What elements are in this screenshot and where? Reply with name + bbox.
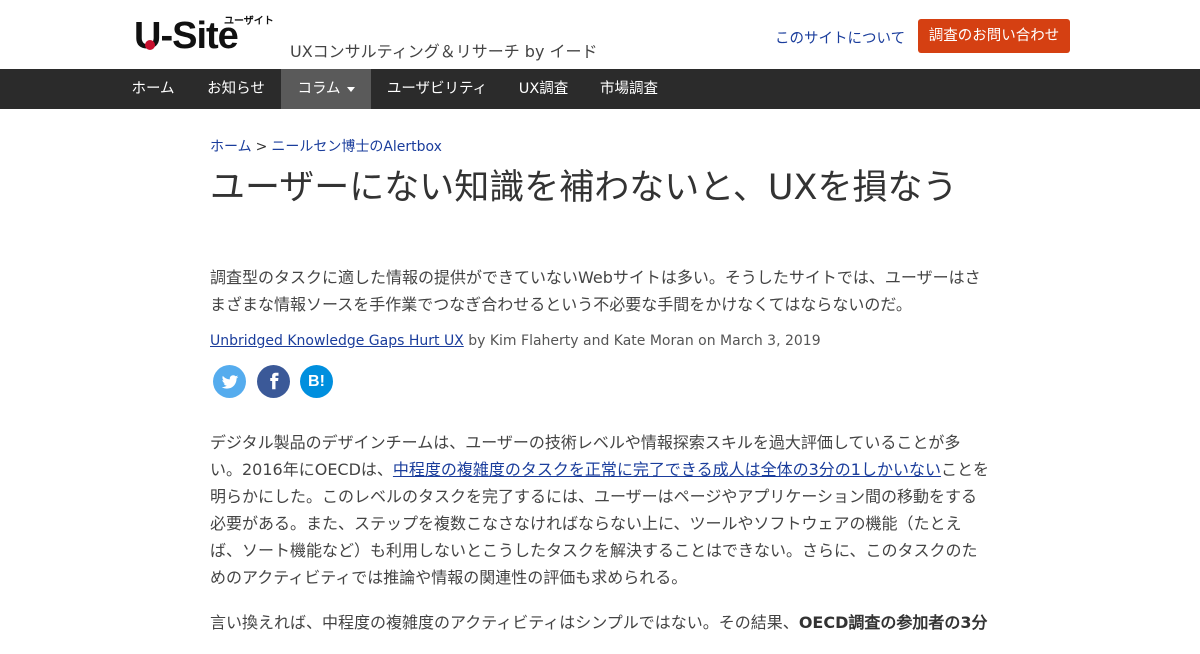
hatena-icon: B! [308,373,325,390]
breadcrumb-current[interactable]: ニールセン博士のAlertbox [271,139,442,155]
nav-item-usability[interactable]: ユーザビリティ [371,69,503,109]
article-source: Unbridged Knowledge Gaps Hurt UX by Kim … [210,333,821,349]
breadcrumb-home[interactable]: ホーム [210,139,252,155]
site-logo[interactable]: U-Site ユーザイト [134,14,274,57]
oecd-link[interactable]: 中程度の複雑度のタスクを正常に完了できる成人は全体の3分の1しかいない [393,460,941,479]
facebook-icon [269,372,278,390]
nav-item-ux-research[interactable]: UX調査 [503,69,584,109]
paragraph-text: ことを明らかにした。このレベルのタスクを完了するには、ユーザーはページやアプリケ… [210,460,989,587]
article-lead: 調査型のタスクに適した情報の提供ができていないWebサイトは多い。そうしたサイト… [210,268,981,314]
source-link[interactable]: Unbridged Knowledge Gaps Hurt UX [210,333,464,349]
nav-item-home[interactable]: ホーム [115,69,191,109]
article-body: デジタル製品のデザインチームは、ユーザーの技術レベルや情報探索スキルを過大評価し… [210,429,992,654]
nav-item-column[interactable]: コラム [281,69,371,109]
nav-item-news[interactable]: お知らせ [191,69,281,109]
paragraph: デジタル製品のデザインチームは、ユーザーの技術レベルや情報探索スキルを過大評価し… [210,429,992,591]
emphasis-text: OECD調査の参加者の3分 [798,613,988,632]
twitter-share-button[interactable] [213,365,246,398]
logo-dot [145,40,155,50]
contact-button[interactable]: 調査のお問い合わせ [918,19,1070,53]
hatena-bookmark-button[interactable]: B! [300,365,333,398]
page-title: ユーザーにない知識を補わないと、UXを損なう [210,168,958,208]
paragraph: 言い換えれば、中程度の複雑度のアクティビティはシンプルではない。その結果、OEC… [210,609,992,636]
source-byline: by Kim Flaherty and Kate Moran on March … [463,333,821,349]
about-link[interactable]: このサイトについて [775,27,905,48]
facebook-share-button[interactable] [257,365,290,398]
breadcrumb-separator: > [255,139,268,155]
site-header: U-Site ユーザイト UXコンサルティング＆リサーチ by イード このサイ… [0,0,1200,69]
chevron-down-icon [346,86,355,92]
logo-text: U-Site [134,15,239,57]
site-tagline: UXコンサルティング＆リサーチ by イード [290,42,598,61]
main-nav: ホーム お知らせ コラム ユーザビリティ UX調査 市場調査 [0,69,1200,109]
breadcrumb: ホーム > ニールセン博士のAlertbox [210,136,442,156]
twitter-icon [221,375,238,389]
paragraph-text: 言い換えれば、中程度の複雑度のアクティビティはシンプルではない。その結果、 [210,613,799,632]
logo-subtext: ユーザイト [224,16,274,27]
nav-item-market-research[interactable]: 市場調査 [584,69,674,109]
